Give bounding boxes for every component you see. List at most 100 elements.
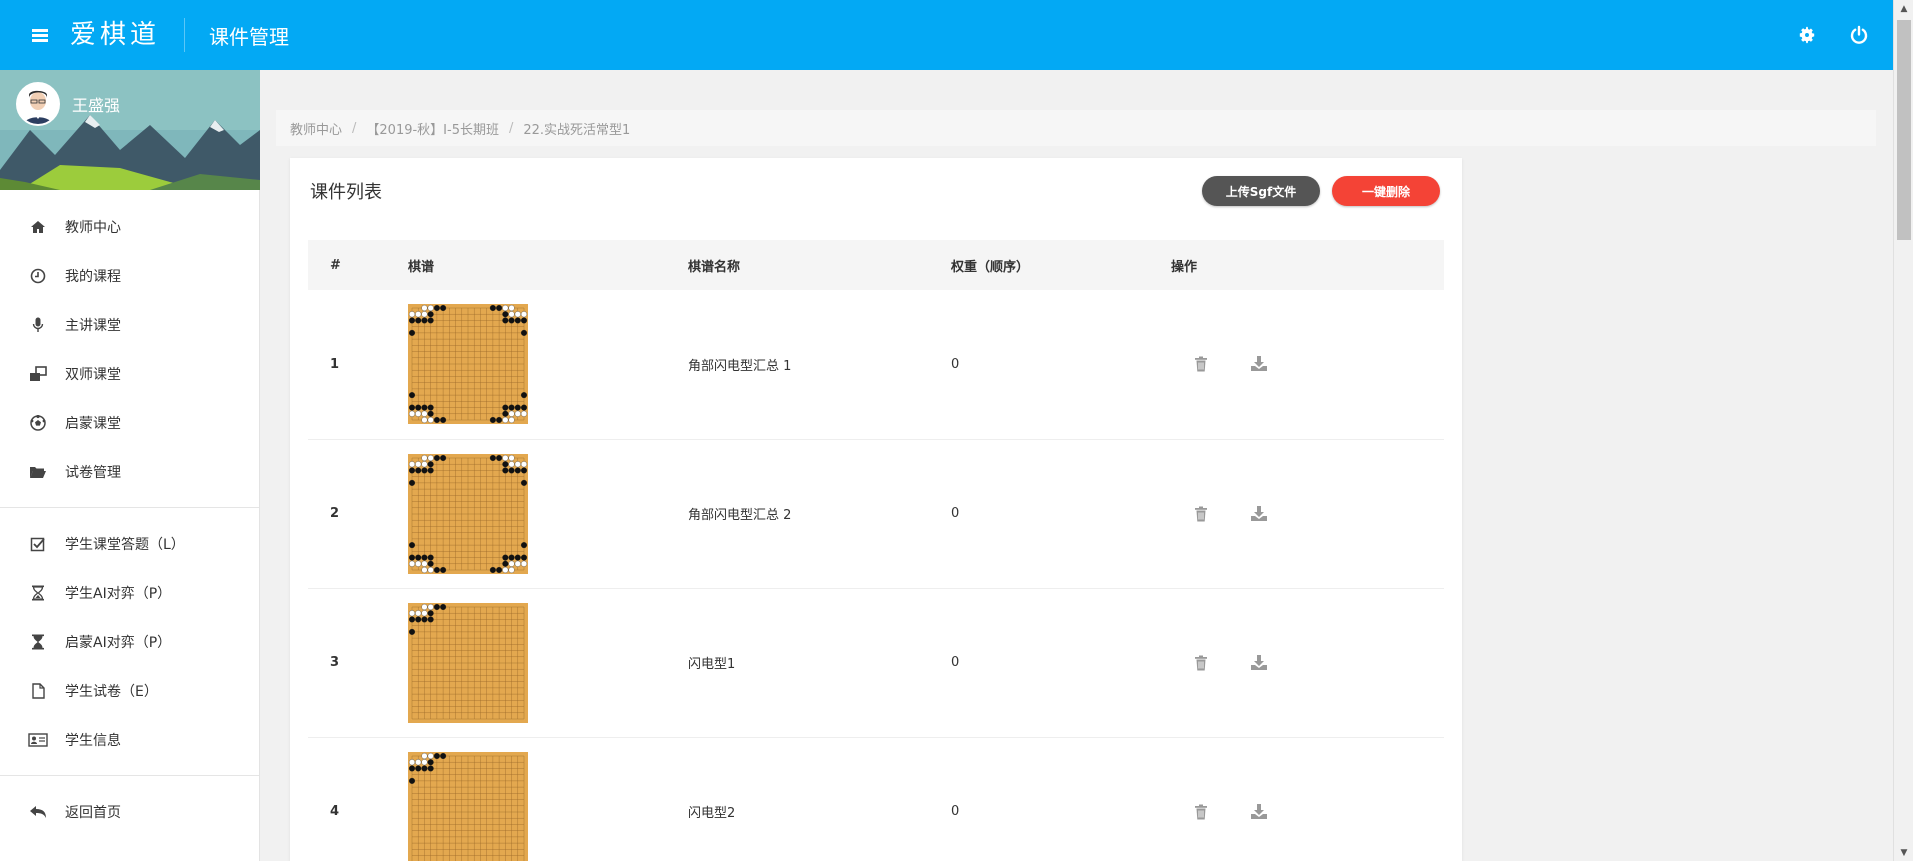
go-board-thumbnail[interactable]: [408, 304, 528, 425]
sidebar-item-student-ai-game[interactable]: 学生AI对弈（P）: [0, 568, 259, 617]
sidebar-item-enlightenment-class[interactable]: 启蒙课堂: [0, 398, 259, 447]
actions-cell: [1171, 290, 1444, 440]
trash-icon[interactable]: [1191, 354, 1211, 374]
scroll-down-arrow-icon[interactable]: ▼: [1894, 844, 1913, 861]
brand-logo[interactable]: 爱棋道: [70, 18, 186, 52]
page-title: 课件管理: [209, 24, 290, 49]
board-cell: [408, 737, 688, 861]
board-cell: [408, 439, 688, 589]
row-index: 3: [308, 588, 408, 738]
windows-icon: [28, 364, 48, 384]
sidebar-item-enlightenment-ai-game[interactable]: 启蒙AI对弈（P）: [0, 617, 259, 666]
board-name: 角部闪电型汇总 2: [688, 439, 951, 589]
sidebar-item-student-exams[interactable]: 学生试卷（E）: [0, 666, 259, 715]
sidebar-item-student-answers[interactable]: 学生课堂答题（L）: [0, 519, 259, 568]
breadcrumb-item-class[interactable]: 【2019-秋】I-5长期班: [366, 119, 499, 138]
divider: [0, 507, 259, 508]
courseware-table: # 棋谱 棋谱名称 权重（顺序） 操作 1 角部闪电型汇总 1 0 2 角部闪电型汇总 …: [308, 240, 1444, 861]
settings-gear-icon[interactable]: [1793, 21, 1821, 49]
column-header-name: 棋谱名称: [688, 240, 951, 290]
user-name: 王盛强: [72, 96, 121, 115]
weight-value: 0: [951, 588, 1171, 738]
scrollbar-thumb[interactable]: [1897, 20, 1911, 240]
sidebar-item-main-class[interactable]: 主讲课堂: [0, 300, 259, 349]
reply-icon: [28, 802, 48, 822]
sidebar-item-label: 学生课堂答题（L）: [65, 536, 185, 553]
sidebar-item-my-courses[interactable]: 我的课程: [0, 251, 259, 300]
trash-icon[interactable]: [1191, 802, 1211, 822]
table-header-row: # 棋谱 棋谱名称 权重（顺序） 操作: [308, 240, 1444, 290]
microphone-icon: [28, 315, 48, 335]
column-header-board: 棋谱: [408, 240, 688, 290]
breadcrumb: 教师中心 / 【2019-秋】I-5长期班 / 22.实战死活常型1: [276, 110, 1876, 146]
table-row: 1 角部闪电型汇总 10: [308, 290, 1444, 440]
profile-banner: 王盛强: [0, 70, 260, 190]
download-icon[interactable]: [1249, 802, 1269, 822]
hourglass-icon: [28, 632, 48, 652]
board-name: 闪电型1: [688, 588, 951, 738]
hamburger-icon: [32, 28, 48, 42]
actions-cell: [1171, 439, 1444, 589]
sidebar-item-label: 教师中心: [65, 219, 121, 236]
row-actions: [1171, 354, 1444, 374]
top-bar: 爱棋道 课件管理: [0, 0, 1893, 70]
sidebar-item-label: 主讲课堂: [65, 317, 121, 334]
checkbox-icon: [28, 534, 48, 554]
sidebar-item-label: 试卷管理: [65, 464, 121, 481]
download-icon[interactable]: [1249, 653, 1269, 673]
trash-icon[interactable]: [1191, 504, 1211, 524]
sidebar-item-dual-teacher-class[interactable]: 双师课堂: [0, 349, 259, 398]
sidebar-item-label: 返回首页: [65, 804, 121, 821]
sidebar-item-teacher-center[interactable]: 教师中心: [0, 202, 259, 251]
avatar[interactable]: [16, 82, 60, 126]
sidebar-item-exam-management[interactable]: 试卷管理: [0, 447, 259, 496]
actions-cell: [1171, 588, 1444, 738]
breadcrumb-separator: /: [508, 120, 514, 136]
id-card-icon: [28, 730, 48, 750]
board-cell: [408, 290, 688, 440]
sidebar-item-label: 学生信息: [65, 732, 121, 749]
go-board-thumbnail[interactable]: [408, 751, 528, 861]
delete-all-button[interactable]: 一键删除: [1332, 176, 1440, 206]
board-cell: [408, 588, 688, 738]
table-row: 4 闪电型2 0: [308, 737, 1444, 861]
go-board-thumbnail[interactable]: [408, 602, 528, 723]
row-index: 1: [308, 290, 408, 440]
row-index: 2: [308, 439, 408, 589]
sidebar-item-student-info[interactable]: 学生信息: [0, 715, 259, 764]
file-icon: [28, 681, 48, 701]
vertical-scrollbar[interactable]: ▲ ▼: [1893, 0, 1913, 861]
download-icon[interactable]: [1249, 504, 1269, 524]
table-row: 2 角部闪电型汇总 20: [308, 439, 1444, 589]
sidebar-nav-footer: 返回首页: [0, 787, 259, 836]
scroll-up-arrow-icon[interactable]: ▲: [1894, 0, 1913, 17]
sidebar-item-label: 我的课程: [65, 268, 121, 285]
trash-icon[interactable]: [1191, 653, 1211, 673]
board-name: 闪电型2: [688, 737, 951, 861]
row-actions: [1171, 802, 1444, 822]
sidebar-item-back-home[interactable]: 返回首页: [0, 787, 259, 836]
sidebar-item-label: 学生AI对弈（P）: [65, 585, 172, 602]
hourglass-icon: [28, 583, 48, 603]
courseware-card: 课件列表 上传Sgf文件 一键删除 # 棋谱 棋谱名称 权重（顺序） 操作 1 角…: [290, 158, 1462, 861]
weight-value: 0: [951, 290, 1171, 440]
soccer-ball-icon: [28, 413, 48, 433]
breadcrumb-item-lesson: 22.实战死活常型1: [523, 122, 631, 138]
download-icon[interactable]: [1249, 354, 1269, 374]
sidebar-nav-student: 学生课堂答题（L） 学生AI对弈（P） 启蒙AI对弈（P） 学生试卷（E） 学生…: [0, 519, 259, 764]
table-row: 3 闪电型1 0: [308, 588, 1444, 738]
go-board-thumbnail[interactable]: [408, 453, 528, 574]
breadcrumb-separator: /: [352, 120, 357, 136]
column-header-actions: 操作: [1171, 240, 1444, 290]
clock-icon: [28, 266, 48, 286]
row-actions: [1171, 653, 1444, 673]
row-index: 4: [308, 737, 408, 861]
upload-sgf-button[interactable]: 上传Sgf文件: [1202, 176, 1320, 206]
weight-value: 0: [951, 439, 1171, 589]
sidebar-item-label: 双师课堂: [65, 366, 121, 383]
weight-value: 0: [951, 737, 1171, 861]
power-icon[interactable]: [1845, 21, 1873, 49]
breadcrumb-item-teacher-center[interactable]: 教师中心: [290, 119, 342, 138]
menu-toggle-button[interactable]: [0, 0, 80, 70]
folder-open-icon: [28, 462, 48, 482]
